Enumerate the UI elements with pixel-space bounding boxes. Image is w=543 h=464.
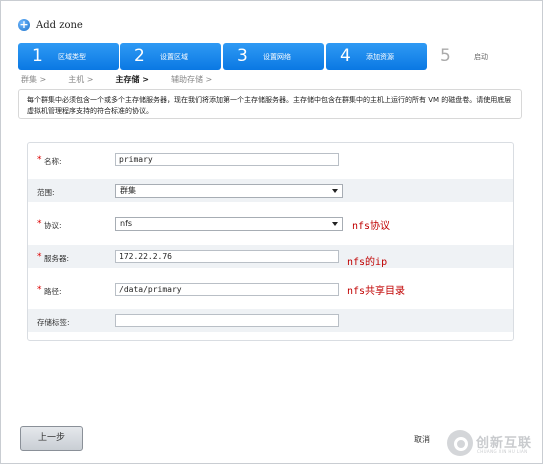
form-row-protocol: * 协议: nfs nfs协议 — [28, 212, 513, 235]
watermark-logo: 创新互联 CHUANG XIN HU LIAN — [447, 428, 542, 458]
required-marker: * — [37, 219, 42, 229]
subtab-cluster[interactable]: 群集 > — [21, 74, 46, 86]
watermark-subtext: CHUANG XIN HU LIAN — [477, 449, 528, 454]
server-annotation: nfs的ip — [347, 257, 388, 268]
protocol-select-value: nfs — [120, 219, 133, 228]
step-label: 区域类型 — [58, 53, 86, 61]
step-label: 启动 — [474, 53, 488, 61]
protocol-annotation: nfs协议 — [352, 221, 391, 232]
add-icon: + — [18, 18, 30, 31]
server-label: 服务器: — [44, 254, 70, 263]
step-setup-zone[interactable]: 2 设置区域 — [120, 43, 221, 70]
step-number: 5 — [440, 46, 451, 66]
form-row-storage-tags: 存储标签: — [28, 309, 513, 332]
chevron-down-icon — [332, 222, 338, 226]
resource-subtabs: 群集 > 主机 > 主存储 > 辅助存储 > — [21, 74, 234, 86]
chevron-down-icon — [332, 189, 338, 193]
step-number: 2 — [134, 46, 145, 66]
step-label: 设置区域 — [160, 53, 188, 61]
protocol-select[interactable]: nfs — [115, 217, 343, 231]
step-launch: 5 启动 — [428, 43, 528, 70]
step-number: 4 — [340, 46, 351, 66]
step-add-resources[interactable]: 4 添加资源 — [326, 43, 427, 70]
path-annotation: nfs共享目录 — [347, 286, 406, 297]
protocol-label: 协议: — [44, 221, 62, 230]
storage-tags-label: 存储标签: — [37, 318, 70, 327]
subtab-secondary-storage[interactable]: 辅助存储 > — [171, 74, 212, 86]
scope-select[interactable]: 群集 — [115, 184, 343, 198]
dialog-header: + Add zone — [18, 17, 83, 33]
brand-logo-icon — [447, 430, 473, 456]
step-label: 设置网络 — [263, 53, 291, 61]
previous-button[interactable]: 上一步 — [20, 426, 83, 451]
form-row-server: * 服务器: 172.22.2.76 nfs的ip — [28, 245, 513, 268]
step-setup-network[interactable]: 3 设置网络 — [223, 43, 324, 70]
step-number: 1 — [32, 46, 43, 66]
name-input[interactable]: primary — [115, 153, 339, 166]
step-zone-type[interactable]: 1 区域类型 — [18, 43, 119, 70]
add-zone-dialog: + Add zone 1 区域类型 2 设置区域 3 设置网络 4 添加资源 5… — [0, 0, 543, 464]
storage-tags-input[interactable] — [115, 314, 339, 327]
dialog-title: Add zone — [36, 19, 83, 31]
required-marker: * — [37, 155, 42, 165]
step-label: 添加资源 — [366, 53, 394, 61]
primary-storage-form: * 名称: primary 范围: 群集 * 协议: nfs nfs协议 * 服… — [27, 142, 514, 341]
form-row-scope: 范围: 群集 — [28, 179, 513, 202]
subtab-primary-storage[interactable]: 主存储 > — [116, 74, 150, 86]
info-notice: 每个群集中必须包含一个或多个主存储服务器，现在我们将添加第一个主存储服务器。主存… — [18, 89, 522, 119]
subtab-host[interactable]: 主机 > — [68, 74, 93, 86]
required-marker: * — [37, 285, 42, 295]
scope-label: 范围: — [37, 188, 55, 197]
form-row-path: * 路径: /data/primary nfs共享目录 — [28, 278, 513, 301]
cancel-button[interactable]: 取消 — [414, 434, 430, 445]
required-marker: * — [37, 252, 42, 262]
path-input[interactable]: /data/primary — [115, 283, 339, 296]
scope-select-value: 群集 — [120, 186, 136, 195]
server-input[interactable]: 172.22.2.76 — [115, 250, 339, 263]
name-label: 名称: — [44, 157, 62, 166]
form-row-name: * 名称: primary — [28, 148, 513, 171]
step-number: 3 — [237, 46, 248, 66]
path-label: 路径: — [44, 287, 62, 296]
